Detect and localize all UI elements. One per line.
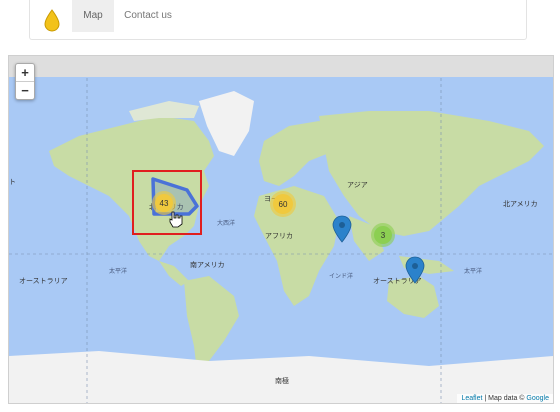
cluster-europe[interactable]: 60 bbox=[270, 191, 296, 217]
label-north-america-east: 北アメリカ bbox=[503, 200, 538, 208]
cluster-asia[interactable]: 3 bbox=[371, 223, 395, 247]
cluster-count: 43 bbox=[160, 199, 169, 208]
label-asia: アジア bbox=[347, 181, 368, 189]
label-pacific-east: 太平洋 bbox=[464, 267, 482, 275]
label-antarctica: 南極 bbox=[275, 376, 289, 385]
cluster-north-america[interactable]: 43 bbox=[152, 191, 176, 215]
map-attribution: Leaflet | Map data © Google bbox=[457, 394, 553, 403]
top-navbar: Map Contact us bbox=[29, 0, 527, 40]
label-indian-ocean: インド洋 bbox=[329, 272, 353, 280]
cluster-count: 60 bbox=[279, 200, 288, 209]
label-atlantic: 大西洋 bbox=[217, 219, 235, 227]
label-australia-west: オーストラリア bbox=[19, 277, 68, 285]
cluster-count: 3 bbox=[381, 231, 386, 240]
label-south-america: 南アメリカ bbox=[190, 260, 225, 269]
map-tiles: 北アメリカ ヨーロ アジア アフリカ 南アメリカ オーストラリア オーストラリア… bbox=[9, 56, 553, 403]
label-pacific-west: 太平洋 bbox=[109, 267, 127, 275]
zoom-in-button[interactable]: + bbox=[16, 64, 34, 82]
attribution-sep: | Map data © bbox=[482, 395, 527, 402]
google-link[interactable]: Google bbox=[526, 395, 549, 402]
label-africa: アフリカ bbox=[265, 232, 293, 240]
leaflet-link[interactable]: Leaflet bbox=[461, 395, 482, 402]
map-loading-strip bbox=[9, 56, 553, 77]
zoom-control: + − bbox=[15, 63, 35, 100]
tab-contact-us[interactable]: Contact us bbox=[118, 0, 178, 32]
label-left-edge: ト bbox=[9, 179, 16, 186]
zoom-out-button[interactable]: − bbox=[16, 82, 34, 99]
water-drop-icon[interactable] bbox=[36, 4, 68, 36]
world-map[interactable]: 北アメリカ ヨーロ アジア アフリカ 南アメリカ オーストラリア オーストラリア… bbox=[8, 55, 554, 404]
tab-map[interactable]: Map bbox=[72, 0, 114, 32]
